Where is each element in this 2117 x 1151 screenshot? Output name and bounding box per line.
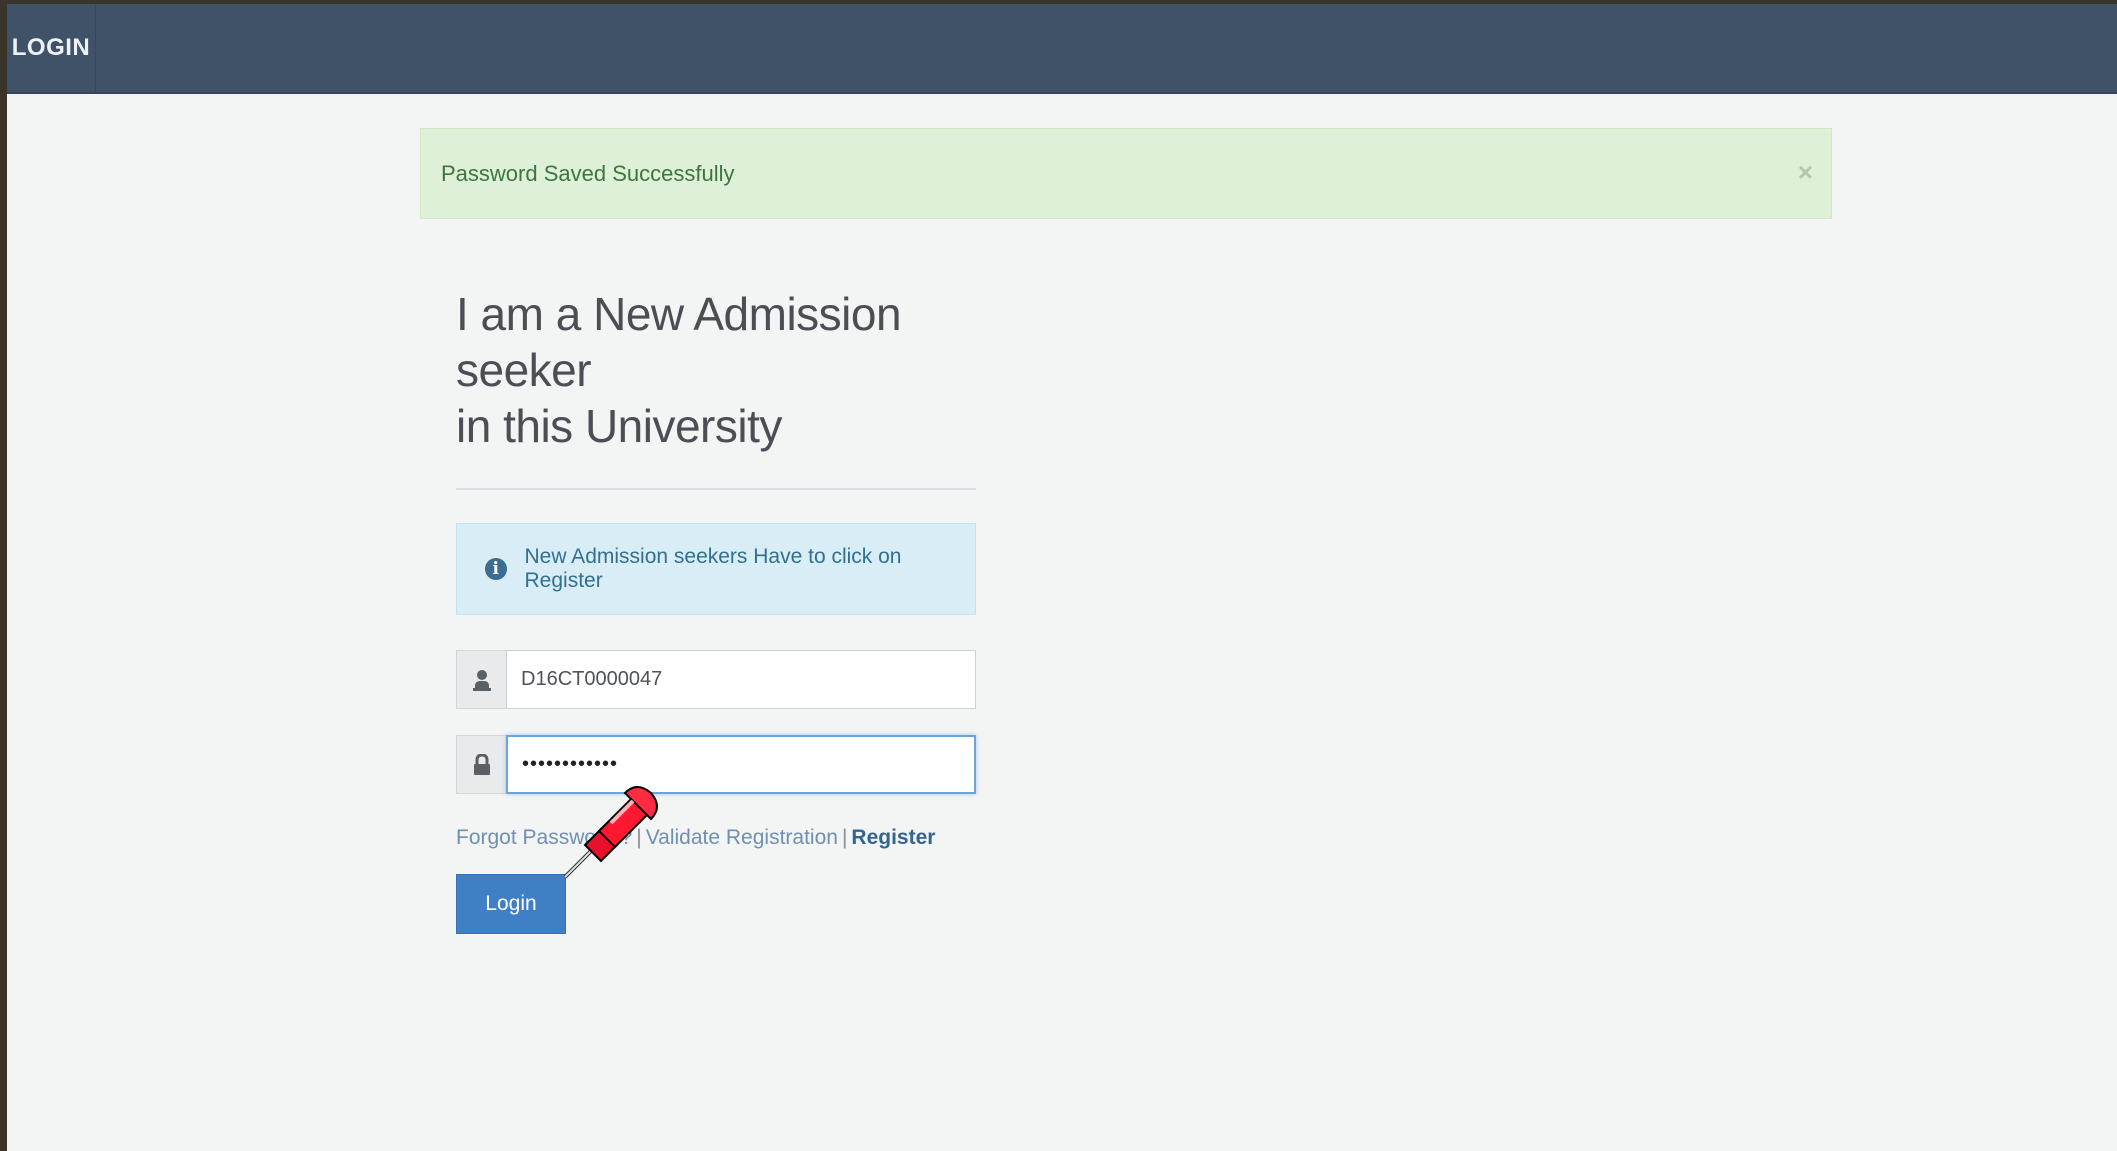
page-heading: I am a New Admission seeker in this Univ…	[456, 286, 981, 454]
user-icon	[456, 650, 506, 709]
login-button[interactable]: Login	[456, 874, 566, 934]
link-separator: |	[841, 826, 848, 849]
nav-login-title[interactable]: LOGIN	[7, 4, 96, 92]
divider	[456, 488, 976, 490]
info-icon: i	[485, 558, 507, 580]
username-input[interactable]	[506, 650, 976, 709]
info-alert-message: New Admission seekers Have to click on R…	[524, 545, 902, 592]
success-alert-message: Password Saved Successfully	[441, 160, 735, 186]
username-group	[456, 650, 976, 709]
login-page: LOGIN Password Saved Successfully × I am…	[7, 4, 2117, 1151]
pushpin-cursor-icon	[555, 779, 665, 889]
success-alert: Password Saved Successfully ×	[420, 128, 1832, 219]
info-alert: i New Admission seekers Have to click on…	[456, 523, 976, 615]
validate-registration-link[interactable]: Validate Registration	[646, 826, 838, 849]
top-navbar: LOGIN	[7, 4, 2117, 94]
login-panel: I am a New Admission seeker in this Univ…	[456, 286, 981, 934]
password-group	[456, 735, 976, 794]
close-icon[interactable]: ×	[1798, 157, 1813, 188]
register-link[interactable]: Register	[851, 826, 935, 849]
lock-icon	[456, 735, 506, 794]
heading-line-1: I am a New Admission seeker	[456, 288, 902, 396]
login-links: Forgot Password ? | Validate Registration |…	[456, 826, 981, 850]
heading-line-2: in this University	[456, 400, 782, 452]
